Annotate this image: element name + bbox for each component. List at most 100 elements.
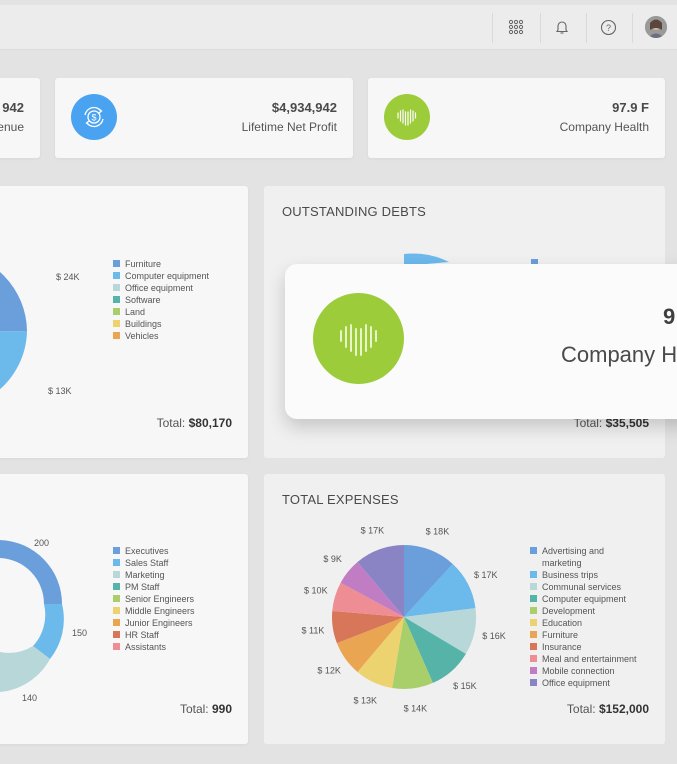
data-label: $ 13K bbox=[48, 386, 72, 396]
legend-label: HR Staff bbox=[125, 630, 159, 640]
legend-swatch bbox=[113, 559, 120, 566]
data-label: 150 bbox=[72, 628, 88, 638]
data-label: 140 bbox=[22, 693, 38, 703]
legend-label: Communal services bbox=[542, 582, 622, 592]
legend-label: Software bbox=[125, 295, 161, 305]
help-icon[interactable]: ? bbox=[590, 9, 626, 45]
legend-swatch bbox=[113, 272, 120, 279]
legend-label: Mobile connection bbox=[542, 666, 615, 676]
legend-swatch bbox=[113, 296, 120, 303]
legend-item: Development bbox=[530, 605, 658, 617]
legend-label: Buildings bbox=[125, 319, 162, 329]
legend-label: Office equipment bbox=[542, 678, 610, 688]
data-label: $ 11K bbox=[302, 625, 325, 635]
legend-swatch bbox=[113, 583, 120, 590]
total-label: Total: bbox=[156, 416, 186, 430]
popup-value: 9 bbox=[663, 304, 676, 329]
legend-swatch bbox=[113, 308, 120, 315]
legend-item: Software bbox=[113, 294, 209, 306]
legend-swatch bbox=[530, 667, 537, 674]
legend-label: Sales Staff bbox=[125, 558, 169, 568]
exchange-dollar-icon: $ bbox=[71, 94, 117, 140]
data-label: $ 18K bbox=[426, 526, 450, 536]
divider bbox=[632, 13, 633, 43]
data-label: $ 12K bbox=[317, 665, 341, 675]
legend-item: HR Staff bbox=[113, 629, 195, 641]
legend-label: Education bbox=[542, 618, 583, 628]
legend-item: Buildings bbox=[113, 318, 209, 330]
legend-item: Vehicles bbox=[113, 330, 209, 342]
legend-label: Vehicles bbox=[125, 331, 159, 341]
legend-label: Junior Engineers bbox=[125, 618, 193, 628]
legend-swatch bbox=[530, 571, 537, 578]
legend-item: PM Staff bbox=[113, 581, 195, 593]
legend-swatch bbox=[113, 643, 120, 650]
legend-item: Marketing bbox=[113, 569, 195, 581]
legend-item: Junior Engineers bbox=[113, 617, 195, 629]
total-label: Total: bbox=[566, 702, 596, 716]
legend-item: Mobile connection bbox=[530, 665, 658, 677]
legend-item: Meal and entertainment bbox=[530, 653, 658, 665]
total-value: $152,000 bbox=[598, 702, 649, 716]
legend-swatch bbox=[113, 332, 120, 339]
user-avatar[interactable] bbox=[638, 9, 674, 45]
legend-label: Computer equipment bbox=[542, 594, 627, 604]
legend-item: Executives bbox=[113, 545, 195, 557]
legend-swatch bbox=[530, 583, 537, 590]
legend-item: Education bbox=[530, 617, 658, 629]
legend-item: Advertising and marketing bbox=[530, 545, 658, 569]
popup-label: Company H bbox=[561, 342, 677, 367]
data-label: $ 17K bbox=[361, 526, 385, 536]
legend: Advertising and marketing Business trips… bbox=[530, 545, 658, 689]
legend-swatch bbox=[113, 631, 120, 638]
divider bbox=[540, 13, 541, 43]
legend-swatch bbox=[113, 260, 120, 267]
legend-swatch bbox=[530, 643, 537, 650]
heart-bars-icon bbox=[384, 94, 430, 140]
legend-swatch bbox=[113, 619, 120, 626]
stat-value: $4,934,942 bbox=[271, 100, 337, 115]
legend-label: Furniture bbox=[125, 259, 162, 269]
data-label: $ 14K bbox=[404, 703, 428, 713]
legend-label: Assistants bbox=[125, 642, 167, 652]
legend-label: Furniture bbox=[542, 630, 579, 640]
data-label: $ 15K bbox=[453, 681, 477, 691]
legend-swatch bbox=[113, 607, 120, 614]
total-expenses-panel: TOTAL EXPENSES $ 18K $ 17K $ 16K $ 15K $ 14K… bbox=[264, 474, 665, 744]
stat-label: Lifetime Net Profit bbox=[241, 120, 337, 134]
legend-swatch bbox=[113, 595, 120, 602]
data-label: $ 9K bbox=[323, 554, 342, 564]
company-health-popup: 9 Company H bbox=[285, 264, 677, 419]
top-bar: ? bbox=[0, 5, 677, 50]
total-value: 990 bbox=[211, 702, 232, 716]
legend-swatch bbox=[113, 547, 120, 554]
legend-label: Office equipment bbox=[125, 283, 193, 293]
data-label: 200 bbox=[34, 538, 50, 548]
apps-grid-icon[interactable] bbox=[498, 9, 534, 45]
legend-label: Development bbox=[542, 606, 596, 616]
legend-label: Computer equipment bbox=[125, 271, 210, 281]
svg-text:?: ? bbox=[605, 23, 610, 33]
legend-item: Insurance bbox=[530, 641, 658, 653]
data-label: $ 10K bbox=[304, 586, 328, 596]
assets-panel: $ 24K $ 13K Furniture Computer equipment… bbox=[0, 186, 248, 458]
legend-label: PM Staff bbox=[125, 582, 160, 592]
legend-label: Insurance bbox=[542, 642, 582, 652]
pie-slice bbox=[0, 272, 27, 332]
legend-item: Communal services bbox=[530, 581, 658, 593]
legend-item: Computer equipment bbox=[113, 270, 209, 282]
legend: Furniture Computer equipment Office equi… bbox=[113, 258, 209, 342]
divider bbox=[586, 13, 587, 43]
legend-label: Executives bbox=[125, 546, 169, 556]
stat-label: Company Health bbox=[559, 120, 649, 134]
legend-swatch bbox=[530, 547, 537, 554]
legend-label: Meal and entertainment bbox=[542, 654, 637, 664]
pie-slice bbox=[0, 331, 27, 390]
bell-icon[interactable] bbox=[544, 9, 580, 45]
legend-item: Computer equipment bbox=[530, 593, 658, 605]
total-text: Total: $80,170 bbox=[157, 416, 232, 430]
stat-card-revenue: 942 enue bbox=[0, 78, 40, 158]
legend-item: Business trips bbox=[530, 569, 658, 581]
total-label: Total: bbox=[179, 702, 209, 716]
legend-item: Middle Engineers bbox=[113, 605, 195, 617]
